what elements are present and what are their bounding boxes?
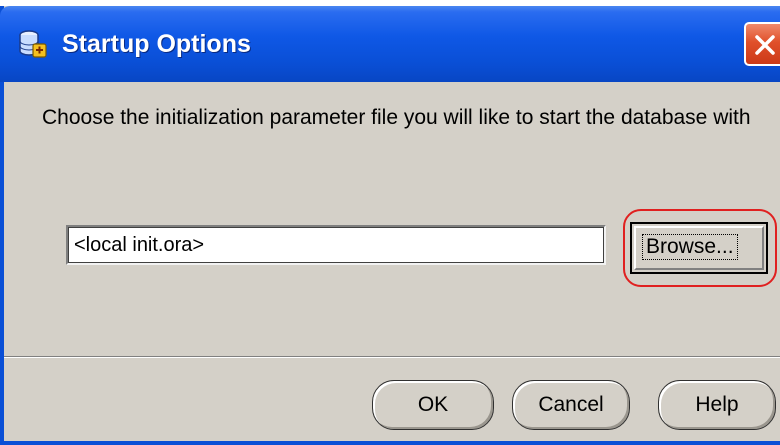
browse-button[interactable]: Browse...: [630, 222, 768, 274]
ok-button[interactable]: OK: [372, 380, 494, 430]
screen: Startup Options Choose the initializatio…: [0, 0, 780, 445]
parameter-file-input[interactable]: [66, 225, 606, 265]
database-startup-icon: [18, 28, 48, 60]
window-title: Startup Options: [62, 30, 251, 58]
button-bar-divider-highlight: [4, 357, 780, 358]
close-button[interactable]: [744, 22, 780, 66]
startup-options-dialog: Startup Options Choose the initializatio…: [0, 6, 780, 445]
cancel-button[interactable]: Cancel: [512, 380, 630, 430]
title-bar[interactable]: Startup Options: [0, 6, 780, 82]
instruction-text: Choose the initialization parameter file…: [42, 106, 751, 129]
help-button[interactable]: Help: [658, 380, 776, 430]
close-icon: [755, 35, 775, 55]
browse-button-label: Browse...: [642, 234, 738, 260]
